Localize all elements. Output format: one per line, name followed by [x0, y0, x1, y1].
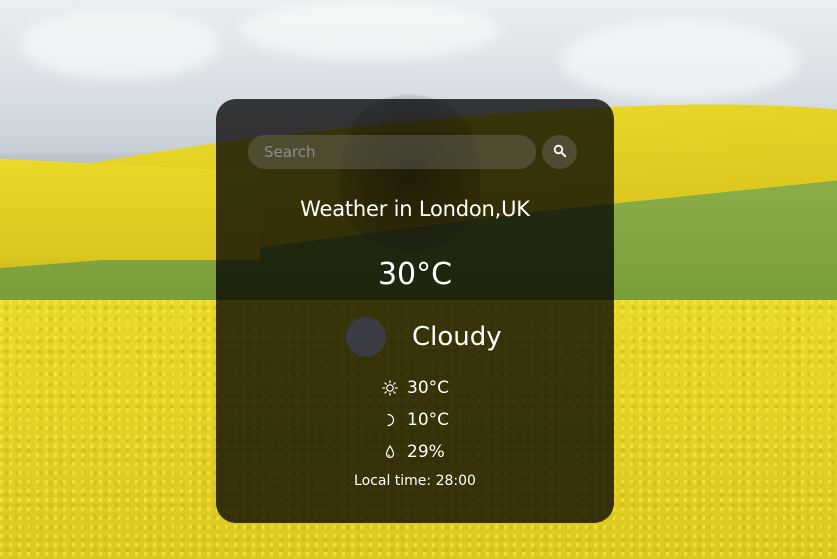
condition-row: Cloudy — [346, 317, 502, 357]
low-temperature-value: 10°C — [407, 410, 450, 430]
weather-condition-icon — [346, 317, 386, 357]
sun-icon — [382, 380, 398, 396]
location-title: Weather in London,UK — [300, 197, 530, 221]
condition-text: Cloudy — [412, 322, 502, 352]
humidity-row: 29% — [382, 441, 445, 463]
high-temperature-value: 30°C — [407, 378, 450, 398]
cloud — [240, 0, 500, 60]
droplet-icon — [382, 444, 398, 460]
search-button[interactable] — [542, 135, 577, 169]
weather-card: Weather in London,UK 30°C Cloudy — [216, 99, 614, 523]
local-time: Local time: 28:00 — [354, 473, 476, 489]
cloud — [560, 20, 800, 100]
humidity-value: 29% — [407, 442, 445, 462]
high-temperature-row: 30°C — [382, 377, 449, 399]
current-temperature: 30°C — [377, 257, 453, 292]
search-input[interactable] — [248, 135, 536, 169]
low-temperature-row: 10°C — [382, 409, 449, 431]
search-icon — [553, 143, 567, 162]
cloud — [20, 10, 220, 80]
search-bar — [248, 135, 578, 169]
background-landscape: Weather in London,UK 30°C Cloudy — [0, 0, 837, 559]
moon-icon — [382, 412, 398, 428]
